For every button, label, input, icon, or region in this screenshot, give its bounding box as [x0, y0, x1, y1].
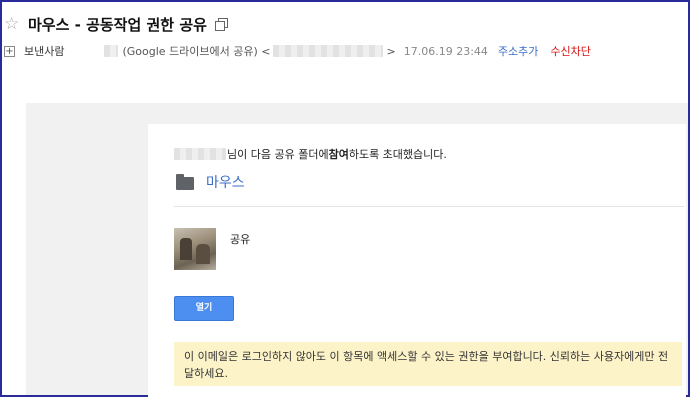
folder-icon — [176, 173, 194, 190]
sender-via: (Google 드라이브에서 공유) < — [122, 45, 271, 58]
open-button[interactable]: 열기 — [174, 296, 234, 321]
access-notice: 이 이메일은 로그인하지 않아도 이 항목에 액세스할 수 있는 권한을 부여합… — [174, 342, 682, 386]
redacted-inviter-name — [174, 148, 226, 160]
divider — [174, 206, 684, 207]
sender-label: 보낸사람 — [24, 45, 65, 58]
add-contact-link[interactable]: 주소추가 — [498, 43, 538, 59]
popout-icon[interactable] — [214, 18, 228, 31]
redacted-sender-name — [104, 45, 119, 57]
sender-row: + 보낸사람 (Google 드라이브에서 공유) < > 17.06.19 2… — [4, 42, 591, 60]
sharer-avatar — [174, 228, 216, 270]
share-card: 님이 다음 공유 폴더에 참여 하도록 초대했습니다. 마우스 공유 열기 이 이… — [148, 124, 686, 397]
invite-prefix: 님이 다음 공유 폴더에 — [227, 148, 329, 161]
email-subject: 마우스 - 공동작업 권한 공유 — [28, 15, 207, 34]
invite-bold: 참여 — [328, 148, 349, 161]
folder-name[interactable]: 마우스 — [206, 172, 245, 192]
sharer-name: 공유 — [230, 233, 251, 246]
star-icon[interactable]: ☆ — [4, 15, 24, 33]
invite-text: 님이 다음 공유 폴더에 참여 하도록 초대했습니다. — [174, 146, 447, 162]
timestamp: 17.06.19 23:44 — [403, 44, 488, 58]
invite-suffix: 하도록 초대했습니다. — [348, 148, 447, 161]
sender-close: > — [386, 44, 396, 58]
subject-row: ☆ 마우스 - 공동작업 권한 공유 — [4, 12, 228, 36]
plus-icon[interactable]: + — [4, 45, 15, 57]
block-sender-link[interactable]: 수신차단 — [550, 43, 590, 59]
folder-link[interactable]: 마우스 — [176, 172, 245, 192]
redacted-sender-email — [272, 45, 383, 57]
